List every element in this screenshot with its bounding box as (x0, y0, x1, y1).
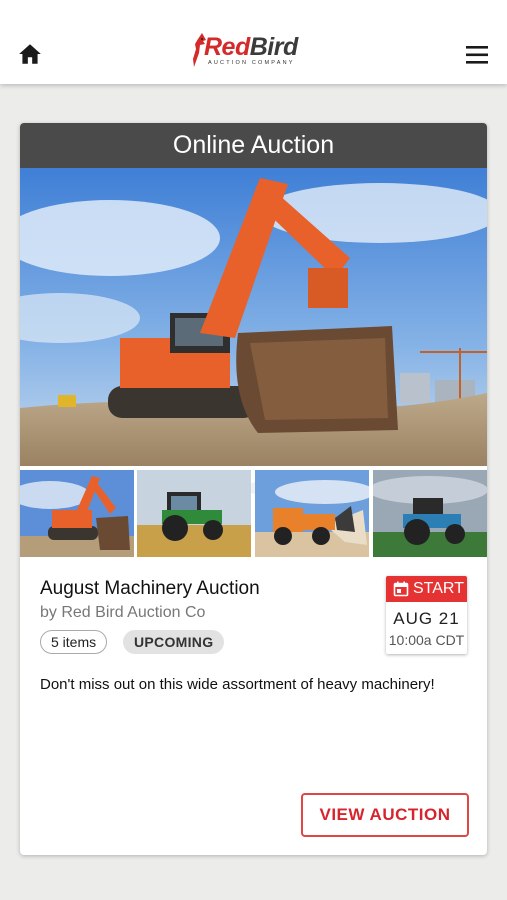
start-time: 10:00a CDT (388, 632, 465, 648)
hamburger-menu-icon[interactable] (464, 44, 490, 66)
status-badge: UPCOMING (123, 630, 225, 654)
start-date: AUG 21 (393, 609, 460, 628)
thumbnail-blue-tractor[interactable] (373, 470, 487, 557)
top-nav-bar: RedBird AUCTION COMPANY (0, 0, 507, 84)
auction-title[interactable]: August Machinery Auction (40, 578, 260, 600)
thumbnail-green-tractor[interactable] (137, 470, 251, 557)
view-auction-button[interactable]: VIEW AUCTION (301, 793, 469, 837)
auction-description: Don't miss out on this wide assortment o… (40, 676, 435, 693)
start-date-header: START (386, 576, 467, 602)
thumbnail-excavator[interactable] (20, 470, 134, 557)
auction-byline: by Red Bird Auction Co (40, 604, 206, 621)
excavator-photo (20, 168, 487, 466)
auction-card: Online Auction August Machinery Auction … (20, 123, 487, 855)
hero-image-carousel[interactable] (20, 168, 487, 494)
items-count-chip: 5 items (40, 630, 108, 654)
home-icon[interactable] (17, 41, 43, 67)
thumbnail-wheel-loader[interactable] (255, 470, 369, 557)
redbird-logo[interactable]: RedBird AUCTION COMPANY (188, 31, 320, 73)
logo-wordmark: RedBird (204, 33, 298, 61)
start-date-badge: START AUG 21 10:00a CDT (386, 576, 467, 654)
auction-type-header: Online Auction (20, 123, 487, 168)
start-label: START (413, 580, 464, 597)
calendar-icon (393, 581, 409, 597)
logo-subtitle: AUCTION COMPANY (208, 60, 295, 66)
